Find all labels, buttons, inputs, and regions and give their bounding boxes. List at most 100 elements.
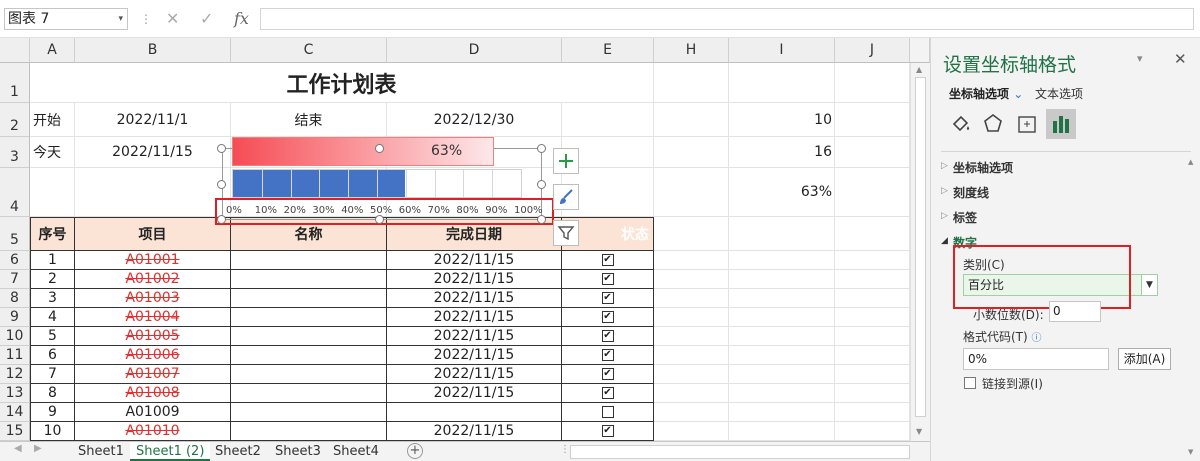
resize-handle[interactable] [375, 215, 384, 224]
cell[interactable] [835, 346, 910, 365]
task-date-cell[interactable]: 2022/11/15 [387, 365, 562, 384]
task-no-cell[interactable]: 9 [30, 403, 75, 422]
cell[interactable] [835, 403, 910, 422]
cell[interactable] [835, 168, 910, 217]
task-name-cell[interactable] [231, 384, 387, 403]
section-axis-options[interactable]: 坐标轴选项 [953, 159, 1013, 176]
row-header[interactable]: 5 [0, 217, 30, 251]
task-item-cell[interactable]: A01003 [75, 289, 231, 308]
task-status-cell[interactable] [562, 403, 654, 422]
progress-bar-track[interactable] [232, 169, 522, 198]
status-checkbox[interactable] [601, 406, 614, 418]
row-header[interactable]: 13 [0, 384, 30, 403]
task-name-cell[interactable] [231, 270, 387, 289]
row-header[interactable]: 6 [0, 251, 30, 270]
sheet-tab[interactable]: Sheet4 [327, 442, 385, 461]
cell[interactable] [654, 217, 729, 251]
row-header[interactable]: 15 [0, 422, 30, 441]
cell[interactable] [835, 327, 910, 346]
col-header-b[interactable]: B [75, 38, 231, 63]
scroll-down-icon[interactable]: ▼ [1188, 448, 1193, 456]
axis-options-icon[interactable] [1046, 109, 1076, 139]
format-code-input[interactable]: 0% [963, 348, 1109, 370]
cell[interactable] [654, 308, 729, 327]
status-checkbox[interactable]: ✔ [601, 387, 614, 399]
task-status-cell[interactable]: ✔ [562, 270, 654, 289]
task-status-cell[interactable]: ✔ [562, 327, 654, 346]
task-no-cell[interactable]: 8 [30, 384, 75, 403]
cell[interactable] [654, 365, 729, 384]
status-checkbox[interactable]: ✔ [601, 330, 614, 342]
cell[interactable] [729, 365, 835, 384]
cell[interactable] [835, 365, 910, 384]
cell[interactable] [729, 270, 835, 289]
select-all-corner[interactable] [0, 38, 30, 63]
drag-handle-icon[interactable]: ⋮ [140, 12, 153, 26]
task-status-cell[interactable]: ✔ [562, 384, 654, 403]
task-name-cell[interactable] [231, 346, 387, 365]
function-icon[interactable]: fx [234, 8, 249, 30]
chart-elements-button[interactable] [553, 148, 579, 174]
end-label-cell[interactable]: 结束 [231, 103, 387, 137]
fill-line-icon[interactable] [949, 112, 973, 136]
task-name-cell[interactable] [231, 365, 387, 384]
more-icon[interactable]: ⋮ [560, 444, 570, 455]
vertical-scrollbar[interactable]: ▲ ▼ [910, 63, 930, 441]
task-item-cell[interactable]: A01007 [75, 365, 231, 384]
cell[interactable] [654, 289, 729, 308]
sheet-tab[interactable]: Sheet2 [209, 442, 267, 461]
cell[interactable] [654, 270, 729, 289]
chart-filters-button[interactable] [553, 220, 579, 246]
task-no-cell[interactable]: 3 [30, 289, 75, 308]
name-box[interactable]: 图表 7 ▾ [4, 8, 128, 30]
cell[interactable] [729, 422, 835, 441]
resize-handle[interactable] [537, 215, 546, 224]
task-name-cell[interactable] [231, 422, 387, 441]
cell[interactable] [654, 103, 729, 137]
task-no-cell[interactable]: 10 [30, 422, 75, 441]
cell[interactable] [562, 103, 654, 137]
sheet-tab[interactable]: Sheet1 [72, 442, 130, 461]
cell[interactable] [835, 422, 910, 441]
task-status-cell[interactable]: ✔ [562, 422, 654, 441]
chevron-down-icon[interactable]: ▾ [118, 9, 123, 29]
task-item-cell[interactable]: A01006 [75, 346, 231, 365]
task-status-cell[interactable]: ✔ [562, 251, 654, 270]
cell[interactable] [30, 168, 75, 217]
cell[interactable] [75, 168, 231, 217]
cell[interactable] [654, 168, 729, 217]
status-checkbox[interactable]: ✔ [601, 292, 614, 304]
cell[interactable] [729, 289, 835, 308]
add-sheet-icon[interactable]: + [407, 443, 423, 459]
task-item-cell[interactable]: A01001 [75, 251, 231, 270]
task-status-cell[interactable]: ✔ [562, 346, 654, 365]
task-item-cell[interactable]: A01010 [75, 422, 231, 441]
chart-styles-button[interactable] [553, 184, 579, 210]
add-button[interactable]: 添加(A) [1118, 348, 1171, 370]
cell[interactable] [729, 327, 835, 346]
cell[interactable] [654, 346, 729, 365]
task-name-cell[interactable] [231, 251, 387, 270]
task-no-cell[interactable]: 4 [30, 308, 75, 327]
status-checkbox[interactable]: ✔ [601, 254, 614, 266]
cell[interactable] [654, 422, 729, 441]
scroll-up-icon[interactable]: ▲ [916, 65, 922, 74]
col-header-j[interactable]: J [835, 38, 910, 63]
cell[interactable] [729, 403, 835, 422]
cell[interactable] [835, 289, 910, 308]
row-header[interactable]: 3 [0, 137, 30, 168]
task-status-cell[interactable]: ✔ [562, 308, 654, 327]
scrollbar-thumb[interactable] [915, 77, 926, 417]
link-source-checkbox[interactable] [964, 377, 976, 389]
row-header[interactable]: 1 [0, 63, 30, 103]
col-header-c[interactable]: C [231, 38, 387, 63]
cell[interactable] [654, 137, 729, 168]
task-date-cell[interactable]: 2022/11/15 [387, 327, 562, 346]
task-date-cell[interactable]: 2022/11/15 [387, 422, 562, 441]
col-header-i[interactable]: I [729, 38, 835, 63]
formula-input[interactable] [260, 8, 1194, 30]
resize-handle[interactable] [217, 144, 226, 153]
task-no-cell[interactable]: 6 [30, 346, 75, 365]
tab-scroll-right-icon[interactable]: ▶ [34, 443, 42, 454]
cell-i2[interactable]: 10 [729, 103, 835, 137]
